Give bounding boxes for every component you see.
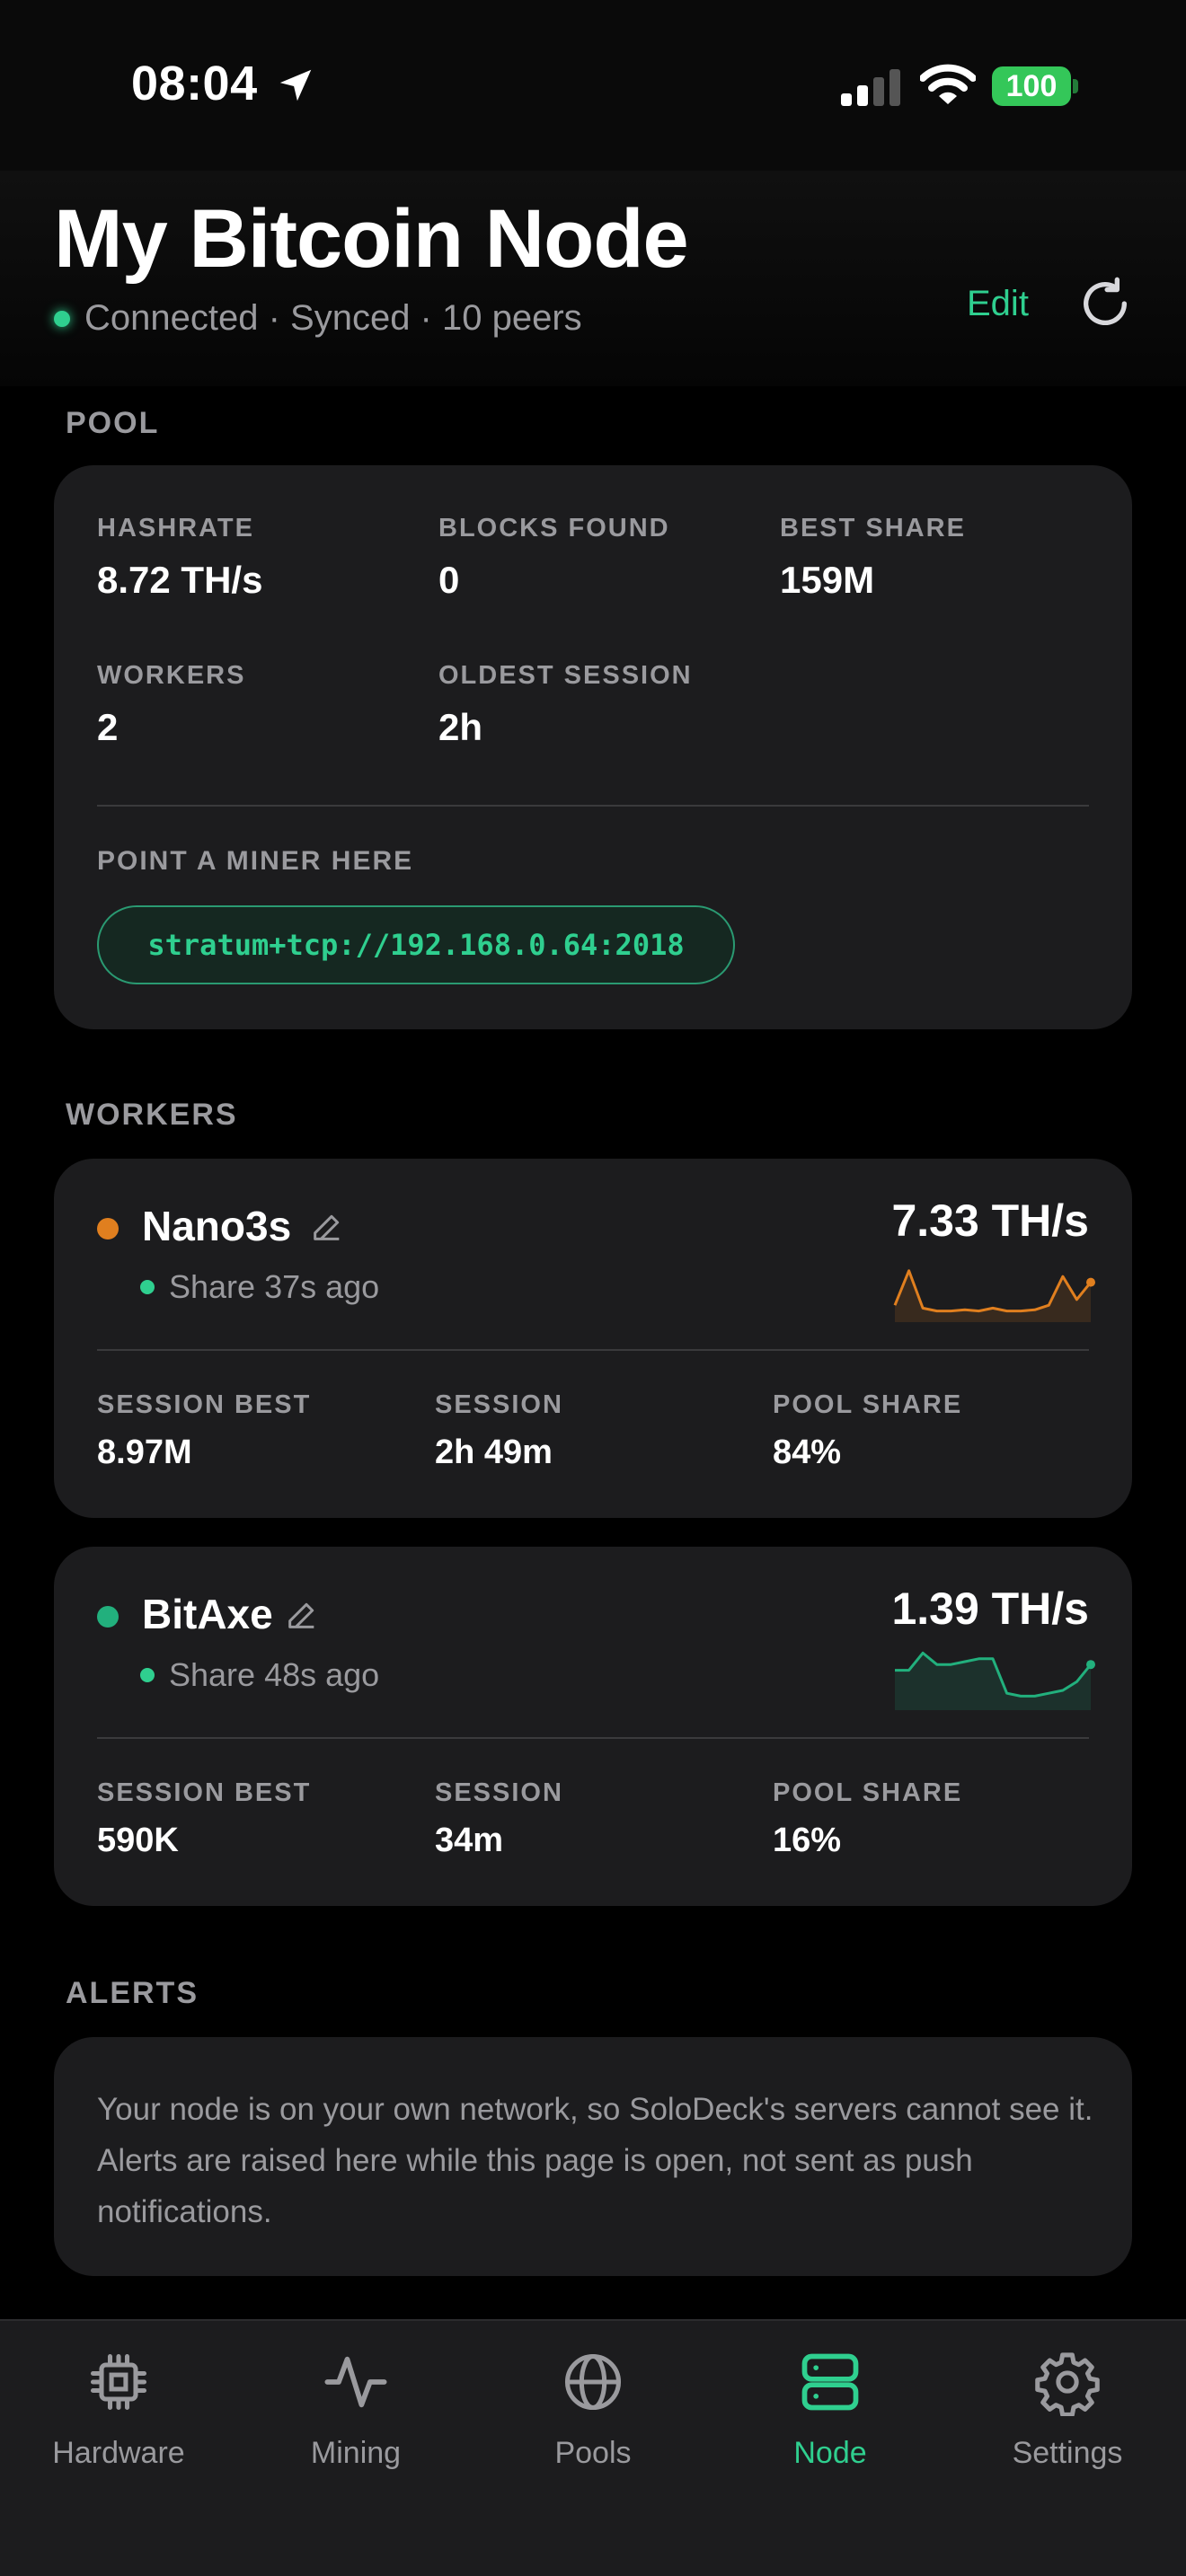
- worker-name: BitAxe: [142, 1591, 273, 1637]
- worker-card-nano3s[interactable]: Nano3s Share 37s ago 7.33 TH/s SESSION B…: [54, 1159, 1132, 1518]
- session-best-value: 590K: [97, 1822, 179, 1859]
- chip-icon: [90, 2353, 147, 2411]
- worker-divider: [97, 1349, 1089, 1351]
- sparkline-end-point: [1086, 1660, 1095, 1670]
- pool-divider: [97, 805, 1089, 807]
- sparkline-end-point: [1086, 1277, 1095, 1287]
- tab-settings[interactable]: Settings: [949, 2348, 1186, 2471]
- last-share-text: Share 37s ago: [169, 1268, 380, 1305]
- pool-card: HASHRATE 8.72 TH/s BLOCKS FOUND 0 BEST S…: [54, 465, 1132, 1029]
- node-status: Connected · Synced · 10 peers: [54, 298, 582, 339]
- share-status-dot: [140, 1668, 155, 1682]
- pool-share-label: POOL SHARE: [773, 1390, 963, 1419]
- tab-hardware[interactable]: Hardware: [0, 2348, 237, 2471]
- stratum-url-pill[interactable]: stratum+tcp://192.168.0.64:2018: [97, 905, 735, 984]
- last-share-text: Share 48s ago: [169, 1656, 380, 1693]
- hashrate-label: HASHRATE: [97, 514, 254, 543]
- tab-label: Node: [793, 2436, 867, 2470]
- pool-share-label: POOL SHARE: [773, 1778, 963, 1807]
- alerts-card: Your node is on your own network, so Sol…: [54, 2037, 1132, 2276]
- worker-status-dot: [97, 1606, 119, 1628]
- tab-label: Settings: [1012, 2436, 1123, 2470]
- alerts-info-text: Your node is on your own network, so Sol…: [97, 2092, 1093, 2229]
- worker-divider: [97, 1737, 1089, 1739]
- pulse-icon: [324, 2356, 387, 2408]
- alerts-section-label: ALERTS: [66, 1976, 199, 2010]
- tab-label: Hardware: [52, 2436, 185, 2470]
- tab-mining[interactable]: Mining: [237, 2348, 474, 2471]
- miner-url-label: POINT A MINER HERE: [97, 846, 414, 876]
- edit-button[interactable]: Edit: [967, 284, 1029, 324]
- battery-indicator: 100: [992, 66, 1071, 106]
- workers-count-value: 2: [97, 706, 119, 748]
- tab-pools[interactable]: Pools: [474, 2348, 712, 2471]
- tab-label: Mining: [310, 2436, 402, 2470]
- best-share-value: 159M: [780, 559, 875, 601]
- connected-status-dot: [54, 310, 70, 327]
- worker-card-bitaxe[interactable]: BitAxe Share 48s ago 1.39 TH/s SESSION B…: [54, 1547, 1132, 1906]
- pencil-icon[interactable]: [309, 1209, 345, 1245]
- session-best-value: 8.97M: [97, 1434, 192, 1471]
- status-bar: 08:04 100: [0, 0, 1186, 171]
- oldest-session-value: 2h: [438, 706, 483, 748]
- gear-icon: [1035, 2352, 1100, 2416]
- pool-share-value: 16%: [773, 1822, 842, 1859]
- hashrate-value: 8.72 TH/s: [97, 559, 263, 601]
- last-share: Share 37s ago: [140, 1268, 379, 1306]
- cellular-signal-icon: [841, 69, 900, 106]
- worker-hashrate: 1.39 TH/s: [891, 1584, 1089, 1634]
- hashrate-sparkline: [895, 1651, 1095, 1710]
- workers-section-label: WORKERS: [66, 1098, 238, 1132]
- refresh-icon[interactable]: [1076, 275, 1134, 332]
- page-title: My Bitcoin Node: [54, 193, 689, 285]
- pool-section-label: POOL: [66, 406, 160, 440]
- globe-icon: [564, 2353, 622, 2411]
- worker-name: Nano3s: [142, 1203, 292, 1249]
- session-label: SESSION: [435, 1778, 563, 1807]
- server-icon: [801, 2353, 859, 2411]
- last-share: Share 48s ago: [140, 1656, 379, 1694]
- status-time: 08:04: [131, 57, 258, 110]
- worker-hashrate: 7.33 TH/s: [891, 1195, 1089, 1246]
- wifi-icon: [920, 64, 976, 104]
- best-share-label: BEST SHARE: [780, 514, 966, 543]
- tab-label: Pools: [554, 2436, 632, 2470]
- hashrate-sparkline: [893, 1269, 1095, 1322]
- oldest-session-label: OLDEST SESSION: [438, 661, 693, 690]
- pencil-icon[interactable]: [284, 1597, 320, 1633]
- session-label: SESSION: [435, 1390, 563, 1419]
- node-status-text: Connected · Synced · 10 peers: [84, 298, 582, 338]
- session-value: 34m: [435, 1822, 504, 1859]
- battery-nub: [1073, 79, 1078, 93]
- blocks-found-label: BLOCKS FOUND: [438, 514, 670, 543]
- blocks-found-value: 0: [438, 559, 460, 601]
- pool-share-value: 84%: [773, 1434, 842, 1471]
- worker-status-dot: [97, 1218, 119, 1239]
- tab-bar: Hardware Mining Pools Node Settings: [0, 2319, 1186, 2576]
- tab-node[interactable]: Node: [712, 2348, 949, 2471]
- workers-count-label: WORKERS: [97, 661, 246, 690]
- location-arrow-icon: [279, 69, 312, 101]
- share-status-dot: [140, 1280, 155, 1294]
- page-header: My Bitcoin Node Connected · Synced · 10 …: [0, 171, 1186, 386]
- session-best-label: SESSION BEST: [97, 1390, 312, 1419]
- session-value: 2h 49m: [435, 1434, 553, 1471]
- session-best-label: SESSION BEST: [97, 1778, 312, 1807]
